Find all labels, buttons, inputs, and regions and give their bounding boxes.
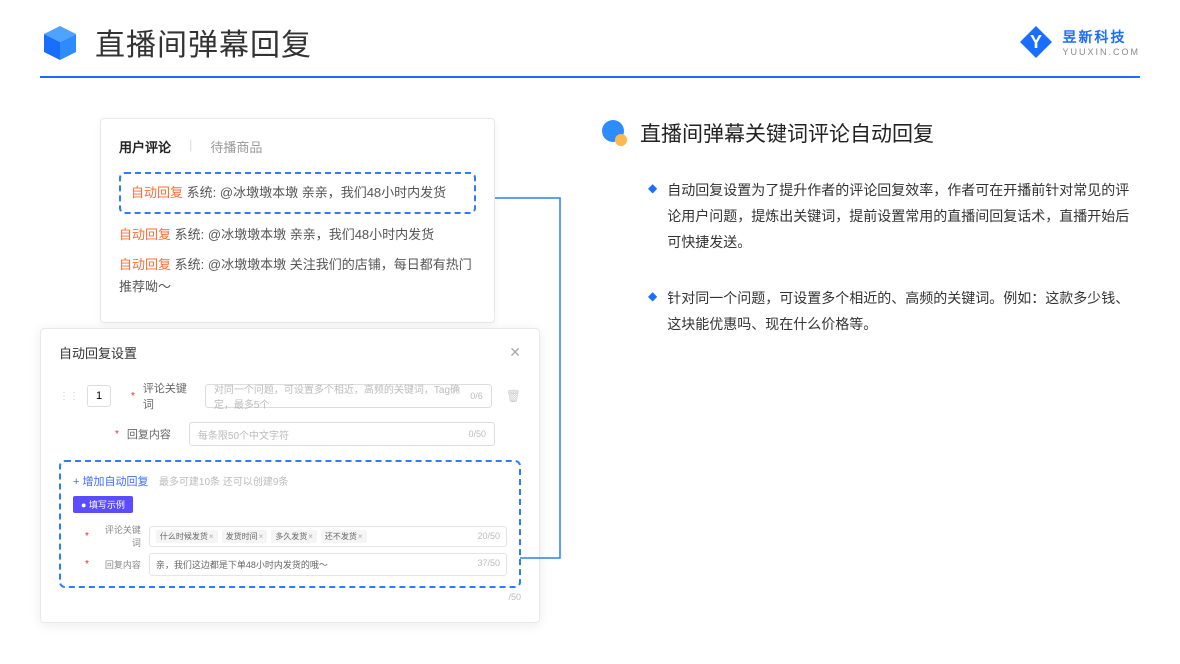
comment-row: 自动回复 系统: @冰墩墩本墩 亲亲，我们48小时内发货 <box>131 182 464 204</box>
keyword-row: ⋮⋮ * 评论关键词 对同一个问题，可设置多个相近，高频的关键词，Tag确定，最… <box>59 380 521 412</box>
diamond-icon: ◆ <box>648 289 657 338</box>
add-hint: 最多可建10条 还可以创建9条 <box>159 477 288 488</box>
bullet-text: 自动回复设置为了提升作者的评论回复效率，作者可在开播前针对常见的评论用户问题，提… <box>667 178 1140 256</box>
bullet-item: ◆ 针对同一个问题，可设置多个相近的、高频的关键词。例如：这款多少钱、这块能优惠… <box>600 286 1140 338</box>
close-icon[interactable]: ✕ <box>509 344 521 361</box>
drag-handle-icon[interactable]: ⋮⋮ <box>59 391 79 402</box>
add-auto-reply-link[interactable]: + 增加自动回复 <box>73 476 148 488</box>
settings-title: 自动回复设置 <box>59 343 137 362</box>
left-mockups: 用户评论 | 待播商品 自动回复 系统: @冰墩墩本墩 亲亲，我们48小时内发货… <box>40 118 540 367</box>
page-header: 直播间弹幕回复 Y 昱新科技 YUUXIN.COM <box>0 0 1180 64</box>
content-label: 回复内容 <box>127 426 181 442</box>
header-left: 直播间弹幕回复 <box>40 20 312 64</box>
content-input[interactable]: 每条限50个中文字符 0/50 <box>189 422 495 446</box>
brand-url: YUUXIN.COM <box>1062 47 1140 57</box>
cube-icon <box>40 22 80 62</box>
system-prefix: 系统: <box>187 185 217 200</box>
placeholder: 每条限50个中文字符 <box>198 427 289 442</box>
right-description: 直播间弹幕关键词评论自动回复 ◆ 自动回复设置为了提升作者的评论回复效率，作者可… <box>600 118 1140 367</box>
bullet-item: ◆ 自动回复设置为了提升作者的评论回复效率，作者可在开播前针对常见的评论用户问题… <box>600 178 1140 256</box>
tab-user-comments[interactable]: 用户评论 <box>119 137 171 156</box>
keyword-input[interactable]: 对同一个问题，可设置多个相近，高频的关键词，Tag确定，最多5个 0/6 <box>205 384 492 408</box>
counter: 37/50 <box>477 558 500 571</box>
tag-remove-icon[interactable]: × <box>209 532 214 541</box>
brand-text: 昱新科技 YUUXIN.COM <box>1062 27 1140 57</box>
tag: 还不发货× <box>321 530 367 543</box>
auto-reply-label: 自动回复 <box>119 227 171 242</box>
brand: Y 昱新科技 YUUXIN.COM <box>1018 24 1140 60</box>
outer-counter: /50 <box>59 592 521 602</box>
ex-content-input[interactable]: 亲，我们这边都是下单48小时内发货的哦～ 37/50 <box>149 553 507 576</box>
comment-row: 自动回复 系统: @冰墩墩本墩 亲亲，我们48小时内发货 <box>119 224 476 246</box>
tag-remove-icon[interactable]: × <box>308 532 313 541</box>
system-prefix: 系统: <box>175 257 205 272</box>
counter: 0/50 <box>468 429 486 439</box>
diamond-icon: ◆ <box>648 181 657 256</box>
tag-remove-icon[interactable]: × <box>259 532 264 541</box>
page-title: 直播间弹幕回复 <box>95 20 312 64</box>
required-mark: * <box>131 391 135 402</box>
trash-icon[interactable]: 🗑 <box>506 389 521 403</box>
auto-reply-label: 自动回复 <box>119 257 171 272</box>
tag: 多久发货× <box>271 530 317 543</box>
brand-logo-icon: Y <box>1018 24 1054 60</box>
tab-divider: | <box>189 137 192 156</box>
example-box: + 增加自动回复 最多可建10条 还可以创建9条 ● 填写示例 * 评论关键词 … <box>59 460 521 588</box>
bullet-text: 针对同一个问题，可设置多个相近的、高频的关键词。例如：这款多少钱、这块能优惠吗、… <box>667 286 1140 338</box>
system-prefix: 系统: <box>175 227 205 242</box>
comments-panel: 用户评论 | 待播商品 自动回复 系统: @冰墩墩本墩 亲亲，我们48小时内发货… <box>100 118 495 323</box>
example-badge: ● 填写示例 <box>73 496 133 513</box>
tag-input[interactable]: 什么时候发货× 发货时间× 多久发货× 还不发货× 20/50 <box>149 526 507 547</box>
required-mark: * <box>115 429 119 440</box>
index-input[interactable] <box>87 385 111 407</box>
content-row: * 回复内容 每条限50个中文字符 0/50 <box>59 422 521 446</box>
comment-text: @冰墩墩本墩 亲亲，我们48小时内发货 <box>208 227 434 242</box>
counter: 20/50 <box>477 531 500 541</box>
auto-reply-label: 自动回复 <box>131 185 183 200</box>
brand-name: 昱新科技 <box>1062 27 1140 47</box>
required-mark: * <box>85 559 89 570</box>
tag-remove-icon[interactable]: × <box>358 532 363 541</box>
ex-content-text: 亲，我们这边都是下单48小时内发货的哦～ <box>156 558 328 571</box>
example-content-row: * 回复内容 亲，我们这边都是下单48小时内发货的哦～ 37/50 <box>73 553 507 576</box>
settings-header: 自动回复设置 ✕ <box>59 343 521 362</box>
tabs: 用户评论 | 待播商品 <box>119 137 476 156</box>
tag: 发货时间× <box>222 530 268 543</box>
ex-keyword-label: 评论关键词 <box>97 523 141 549</box>
auto-reply-settings-panel: 自动回复设置 ✕ ⋮⋮ * 评论关键词 对同一个问题，可设置多个相近，高频的关键… <box>40 328 540 623</box>
comment-text: @冰墩墩本墩 关注我们的店铺，每日都有热门推荐呦～ <box>119 257 472 294</box>
bubble-icon <box>600 119 628 147</box>
counter: 0/6 <box>470 391 483 401</box>
comment-row: 自动回复 系统: @冰墩墩本墩 关注我们的店铺，每日都有热门推荐呦～ <box>119 254 476 298</box>
highlighted-comment: 自动回复 系统: @冰墩墩本墩 亲亲，我们48小时内发货 <box>119 172 476 214</box>
section-title: 直播间弹幕关键词评论自动回复 <box>640 118 934 148</box>
required-mark: * <box>85 531 89 542</box>
tab-pending-goods[interactable]: 待播商品 <box>210 137 262 156</box>
example-keyword-row: * 评论关键词 什么时候发货× 发货时间× 多久发货× 还不发货× 20/50 <box>73 523 507 549</box>
section-head: 直播间弹幕关键词评论自动回复 <box>600 118 1140 148</box>
comment-text: @冰墩墩本墩 亲亲，我们48小时内发货 <box>220 185 446 200</box>
keyword-label: 评论关键词 <box>143 380 197 412</box>
content-area: 用户评论 | 待播商品 自动回复 系统: @冰墩墩本墩 亲亲，我们48小时内发货… <box>0 78 1180 407</box>
svg-text:Y: Y <box>1030 32 1042 52</box>
ex-content-label: 回复内容 <box>97 558 141 571</box>
tag: 什么时候发货× <box>156 530 218 543</box>
placeholder: 对同一个问题，可设置多个相近，高频的关键词，Tag确定，最多5个 <box>214 381 470 411</box>
